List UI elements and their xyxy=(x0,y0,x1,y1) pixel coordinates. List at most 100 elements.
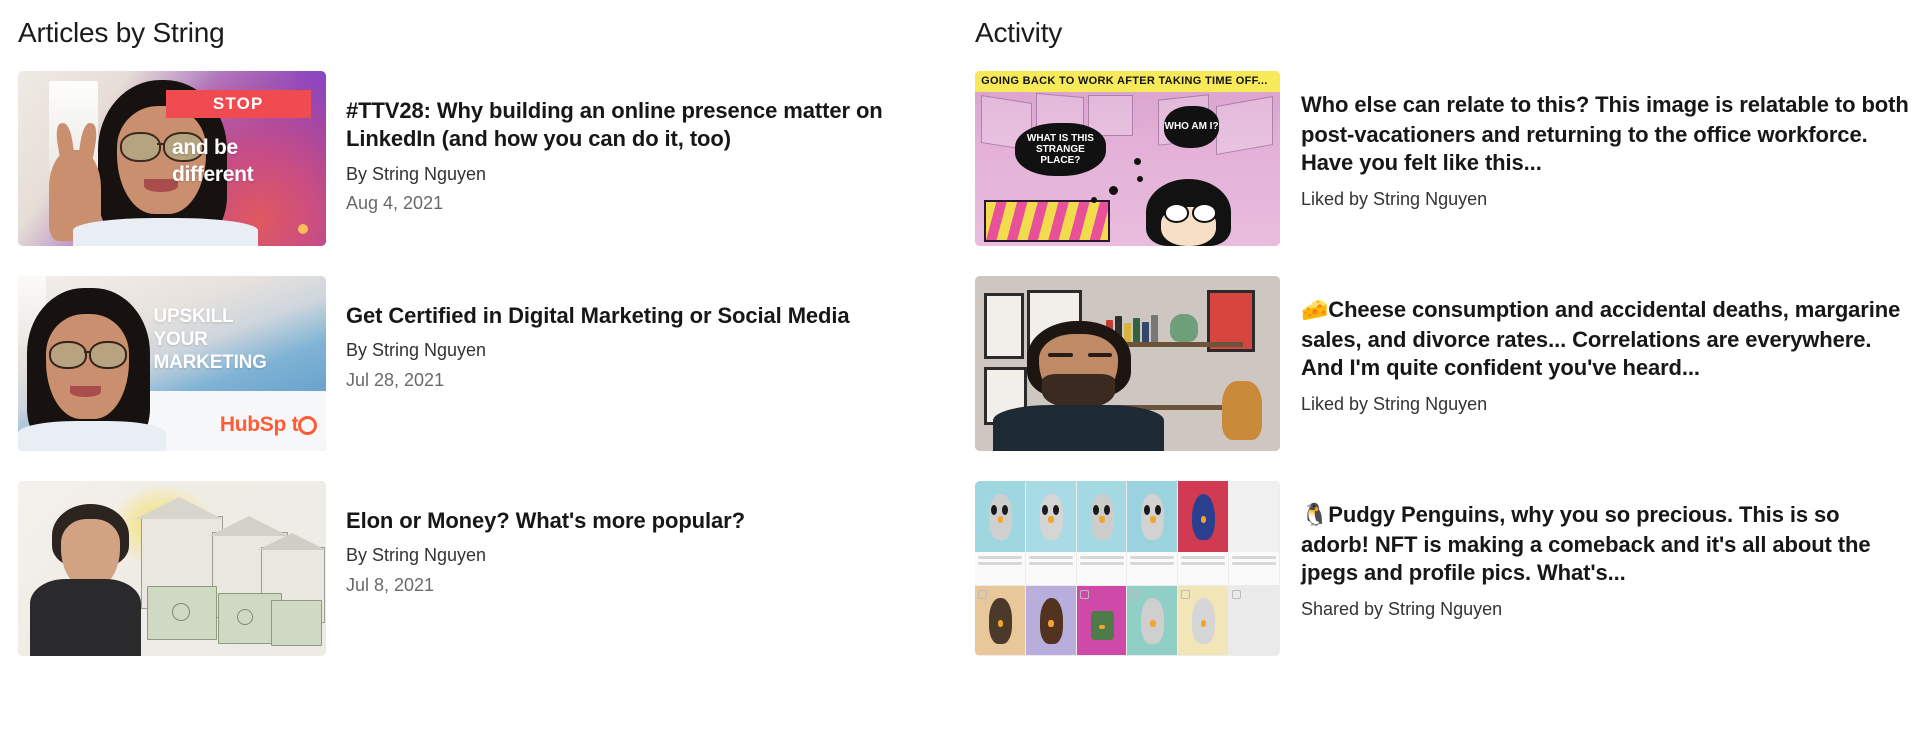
article-author: By String Nguyen xyxy=(346,163,487,184)
article-author: By String Nguyen xyxy=(346,340,487,361)
eyeglass-left-shape xyxy=(48,340,87,370)
nft-card xyxy=(1025,480,1077,586)
two-column-layout: Articles by String STOP and be different… xyxy=(0,0,1920,686)
comic-banner: GOING BACK TO WORK AFTER TAKING TIME OFF… xyxy=(975,70,1280,92)
thumbnail-artwork: UPSKILL YOUR MARKETING HubSp t xyxy=(18,275,326,451)
article-date: Jul 8, 2021 xyxy=(346,574,435,595)
article-text-block: #TTV28: Why building an online presence … xyxy=(326,71,945,216)
article-date: Jul 28, 2021 xyxy=(346,369,445,390)
heart-icon xyxy=(977,589,987,599)
nft-card xyxy=(1178,480,1230,586)
nft-meta xyxy=(1079,555,1124,579)
profile-content-panel: Articles by String STOP and be different… xyxy=(0,0,1920,739)
nft-image xyxy=(975,480,1025,552)
eyeglass-left-shape xyxy=(119,132,161,163)
article-title[interactable]: Elon or Money? What's more popular? xyxy=(346,507,945,536)
stop-badge: STOP xyxy=(165,90,311,119)
penguin-eye-shape xyxy=(1143,504,1150,516)
comic-dot-shape xyxy=(1090,196,1097,203)
nft-meta xyxy=(1130,555,1175,579)
article-list-item[interactable]: Elon or Money? What's more popular? By S… xyxy=(18,480,945,656)
eyeglass-right-shape xyxy=(88,340,127,370)
nft-card xyxy=(1076,480,1128,586)
nft-card xyxy=(1076,585,1128,656)
activity-text-block: 🐧Pudgy Penguins, why you so precious. Th… xyxy=(1280,481,1912,622)
activity-post-body: Cheese consumption and accidental deaths… xyxy=(1301,296,1901,381)
article-text-block: Elon or Money? What's more popular? By S… xyxy=(326,481,945,597)
heart-icon xyxy=(1181,589,1191,599)
article-list-item[interactable]: STOP and be different #TTV28: Why buildi… xyxy=(18,70,945,246)
activity-thumbnail-man-in-room[interactable] xyxy=(975,275,1280,451)
penguin-shape xyxy=(1192,493,1216,541)
stop-badge-label: STOP xyxy=(212,94,264,114)
nft-meta xyxy=(1181,555,1226,579)
nft-card xyxy=(1178,585,1230,656)
sparkle-icon xyxy=(297,223,308,234)
eyeglass-bridge-shape xyxy=(84,351,91,354)
nft-meta xyxy=(1028,555,1073,579)
activity-meta: Liked by String Nguyen xyxy=(1301,189,1488,210)
article-date: Aug 4, 2021 xyxy=(346,193,444,214)
penguin-shape xyxy=(1090,610,1114,640)
nft-card xyxy=(975,480,1026,586)
activity-text-block: Who else can relate to this? This image … xyxy=(1280,71,1912,212)
articles-section-title: Articles by String xyxy=(18,17,225,48)
activity-post-text[interactable]: Who else can relate to this? This image … xyxy=(1301,91,1912,178)
penguin-shape xyxy=(988,598,1012,644)
heart-icon xyxy=(1232,589,1242,599)
article-thumbnail-stop-and-be-different[interactable]: STOP and be different xyxy=(18,70,326,246)
activity-text-block: 🧀Cheese consumption and accidental death… xyxy=(1280,276,1912,417)
article-text-block: Get Certified in Digital Marketing or So… xyxy=(326,276,945,392)
person-torso-shape xyxy=(30,578,142,656)
beard-shape xyxy=(1042,373,1116,409)
penguin-shape xyxy=(1141,493,1165,541)
smile-shape xyxy=(70,386,102,397)
activity-post-body: Who else can relate to this? This image … xyxy=(1301,91,1909,176)
penguin-shape xyxy=(988,493,1012,541)
cheese-emoji: 🧀 xyxy=(1301,297,1329,323)
thumbnail-artwork xyxy=(18,480,326,656)
plant-shape xyxy=(1170,314,1198,343)
article-author: By String Nguyen xyxy=(346,545,487,566)
comic-banner-text: GOING BACK TO WORK AFTER TAKING TIME OFF… xyxy=(981,75,1268,88)
penguin-eye-shape xyxy=(1154,504,1161,516)
articles-column: Articles by String STOP and be different… xyxy=(0,17,975,686)
shirt-shape xyxy=(73,217,259,246)
thumbnail-overlay-line-1: UPSKILL xyxy=(153,306,234,328)
heart-icon xyxy=(1028,589,1038,599)
article-list-item[interactable]: UPSKILL YOUR MARKETING HubSp t Get Certi… xyxy=(18,275,945,451)
eyebrow-shape xyxy=(1087,352,1113,357)
activity-thumbnail-back-to-work-comic[interactable]: WHAT IS THIS STRANGE PLACE? WHO AM I? GO… xyxy=(975,70,1280,246)
article-thumbnail-upskill-your-marketing[interactable]: UPSKILL YOUR MARKETING HubSp t xyxy=(18,275,326,451)
comic-striped-box-shape xyxy=(984,199,1111,243)
activity-list-item[interactable]: 🐧Pudgy Penguins, why you so precious. Th… xyxy=(975,480,1912,656)
article-title[interactable]: #TTV28: Why building an online presence … xyxy=(346,97,945,154)
hubspot-sprocket-icon xyxy=(297,416,317,436)
thumbnail-overlay-line-2: YOUR xyxy=(153,329,208,351)
penguin-shape xyxy=(1141,598,1165,644)
penguin-emoji: 🐧 xyxy=(1301,502,1329,528)
plush-toy-shape xyxy=(1222,380,1262,441)
thumbnail-overlay-line-2: different xyxy=(172,162,254,186)
nft-card xyxy=(1229,585,1280,656)
comic-character-eye-shape xyxy=(1191,203,1217,224)
nft-image xyxy=(1178,480,1229,552)
nft-image xyxy=(1025,480,1076,552)
activity-post-body: Pudgy Penguins, why you so precious. Thi… xyxy=(1301,501,1871,586)
penguin-shape xyxy=(1192,598,1216,644)
activity-post-text[interactable]: 🧀Cheese consumption and accidental death… xyxy=(1301,296,1912,383)
activity-list-item[interactable]: WHAT IS THIS STRANGE PLACE? WHO AM I? GO… xyxy=(975,70,1912,246)
activity-thumbnail-pudgy-penguins-grid[interactable] xyxy=(975,480,1280,656)
nft-card xyxy=(1025,585,1077,656)
thumbnail-artwork: WHAT IS THIS STRANGE PLACE? WHO AM I? GO… xyxy=(975,70,1280,246)
comic-speech-bubble: WHAT IS THIS STRANGE PLACE? xyxy=(1014,123,1107,176)
eyeglass-bridge-shape xyxy=(156,142,165,145)
activity-list-item[interactable]: 🧀Cheese consumption and accidental death… xyxy=(975,275,1912,451)
nft-meta xyxy=(1232,555,1276,579)
comic-speech-bubble: WHO AM I? xyxy=(1164,105,1219,148)
article-title[interactable]: Get Certified in Digital Marketing or So… xyxy=(346,302,945,331)
nft-image xyxy=(1127,480,1178,552)
article-thumbnail-elon-or-money[interactable] xyxy=(18,480,326,656)
nft-meta xyxy=(977,555,1022,579)
activity-post-text[interactable]: 🐧Pudgy Penguins, why you so precious. Th… xyxy=(1301,501,1912,588)
